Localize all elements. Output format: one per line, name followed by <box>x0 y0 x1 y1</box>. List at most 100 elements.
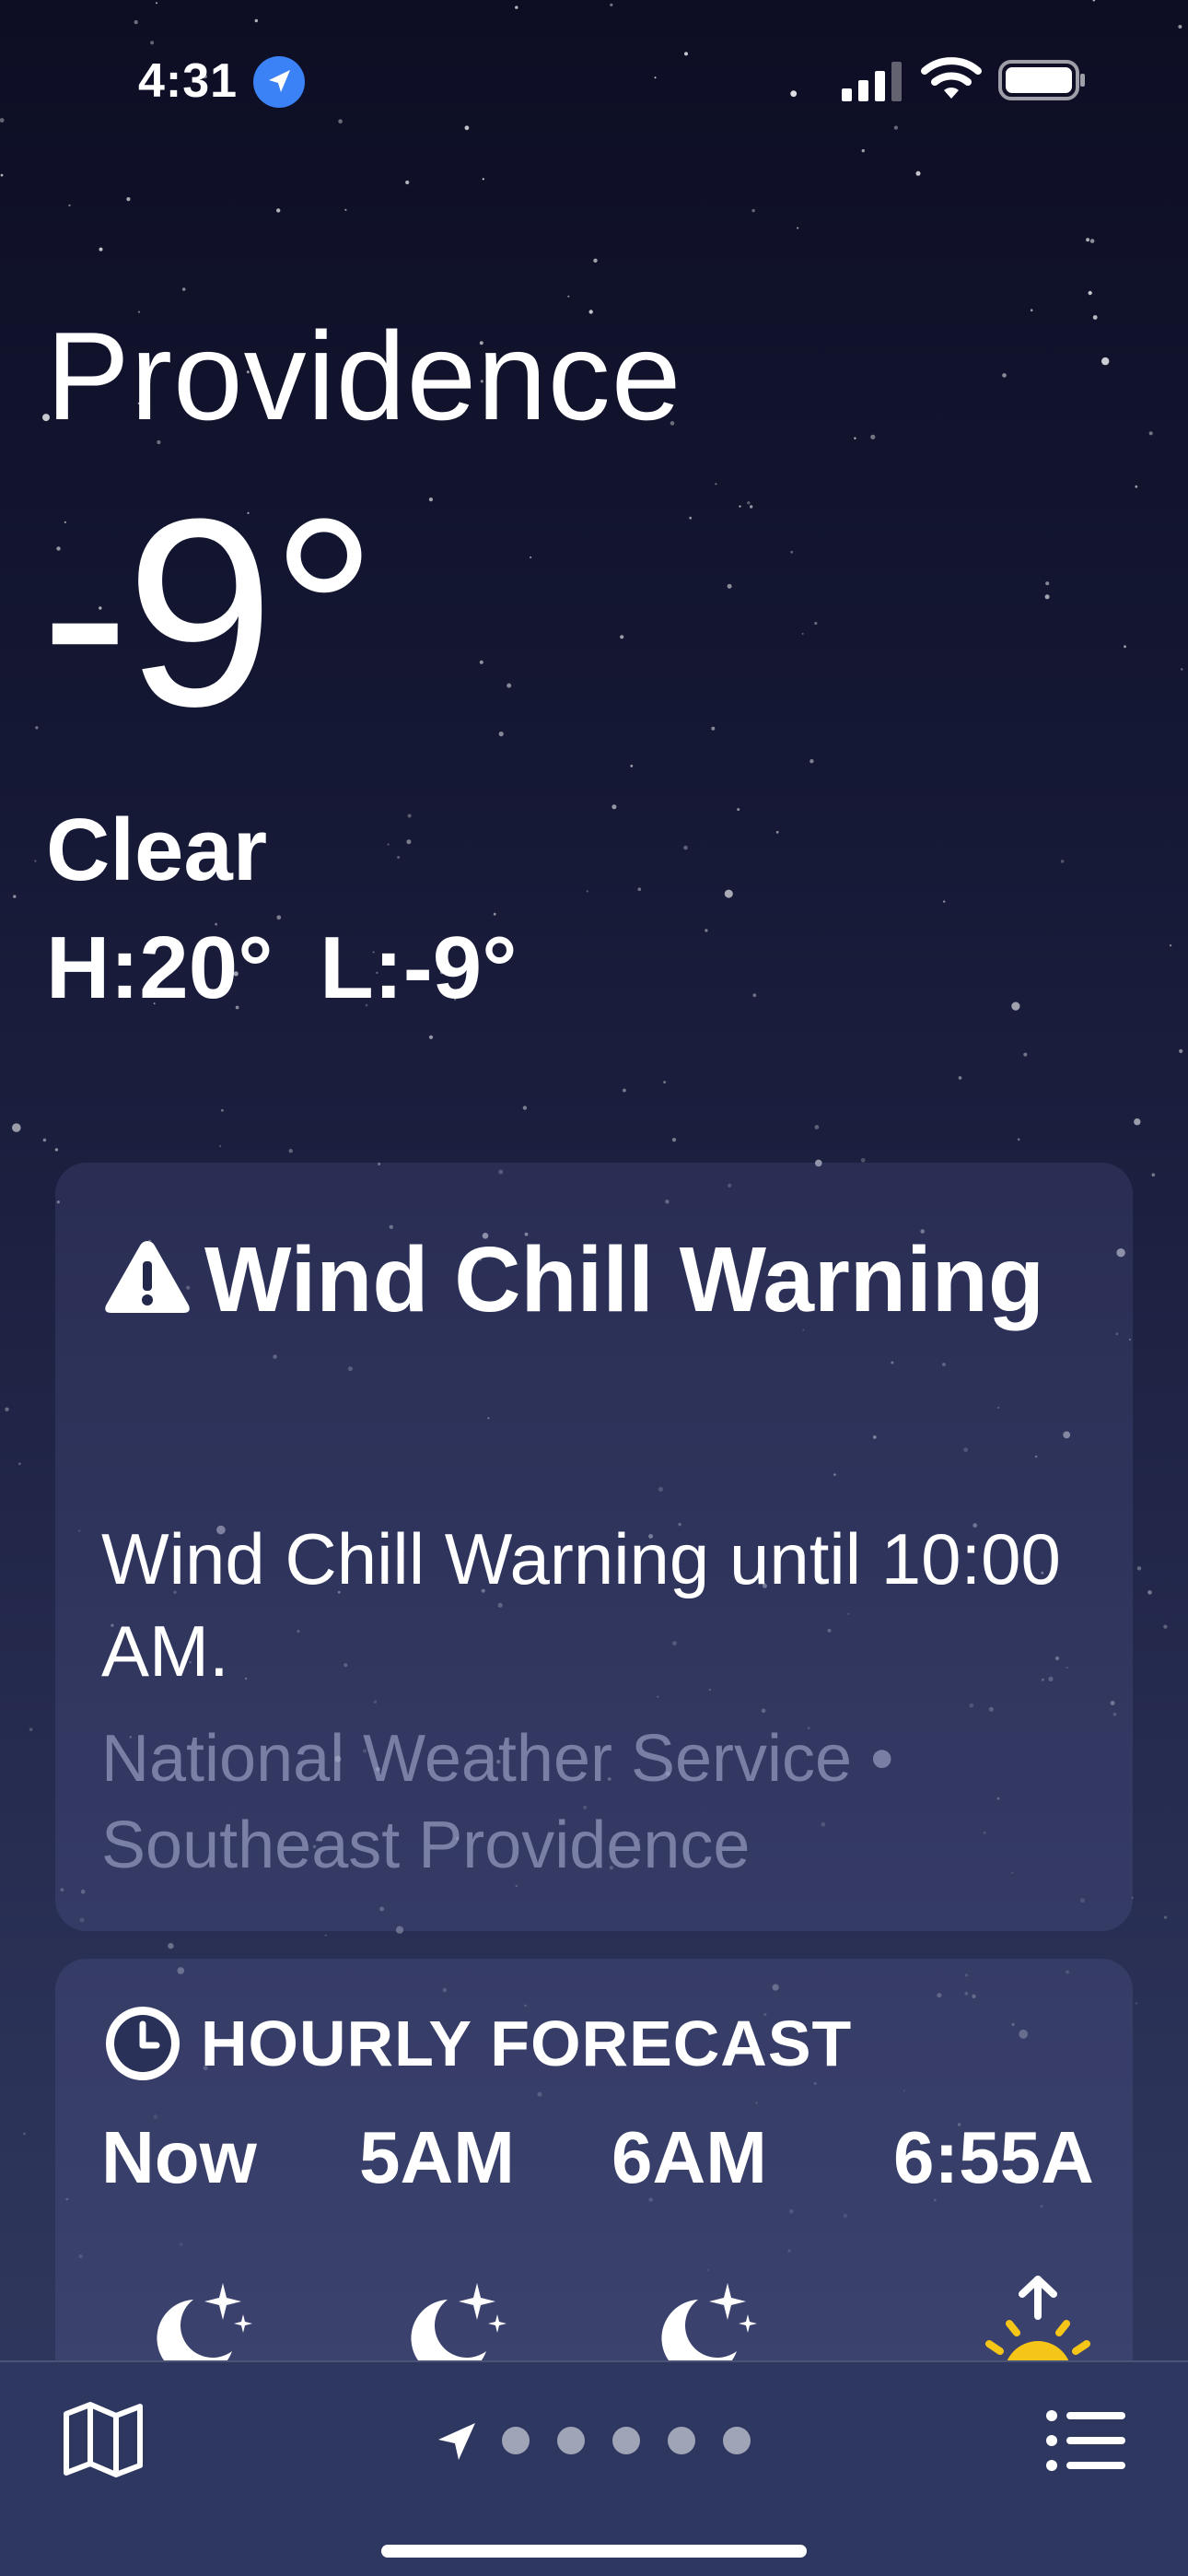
star <box>958 1076 962 1080</box>
star <box>13 895 17 898</box>
star <box>482 178 484 181</box>
star <box>168 1942 174 1950</box>
star <box>11 1123 21 1132</box>
star <box>1148 431 1153 436</box>
star <box>1045 581 1050 586</box>
star <box>288 1149 293 1153</box>
weather-screen: 4:31 Providence -9° Clear H:20° L:-9° Wi… <box>0 0 1188 2576</box>
alert-title: Wind Chill Warning <box>204 1228 1044 1331</box>
city-name: Providence <box>46 306 682 446</box>
star <box>68 204 71 207</box>
star <box>479 660 483 664</box>
weather-alert-card[interactable]: Wind Chill Warning Wind Chill Warning un… <box>55 1163 1133 1931</box>
star <box>530 556 532 559</box>
star <box>428 1035 434 1039</box>
star <box>405 180 410 185</box>
star <box>54 1148 59 1152</box>
star <box>711 726 716 731</box>
star <box>507 683 512 688</box>
star <box>724 889 733 898</box>
star <box>23 2132 26 2136</box>
star <box>790 550 794 554</box>
status-bar: 4:31 <box>0 0 1188 157</box>
status-time: 4:31 <box>138 54 239 108</box>
page-dot[interactable] <box>612 2427 640 2454</box>
page-dot[interactable] <box>557 2427 585 2454</box>
page-dot[interactable] <box>502 2427 530 2454</box>
star <box>586 890 588 893</box>
star <box>752 993 757 998</box>
star <box>1089 239 1095 243</box>
star <box>221 1108 224 1112</box>
star <box>750 505 753 509</box>
star <box>18 1462 21 1466</box>
star <box>915 170 921 176</box>
star <box>630 765 634 767</box>
star <box>751 208 755 213</box>
star <box>1181 668 1183 671</box>
star <box>218 1144 222 1148</box>
star <box>406 839 412 845</box>
star <box>739 505 741 508</box>
star <box>775 830 779 834</box>
star <box>814 621 818 626</box>
star <box>493 912 496 916</box>
cellular-signal-icon <box>842 62 902 101</box>
star <box>1101 357 1110 366</box>
map-icon[interactable] <box>59 2395 147 2484</box>
star <box>1086 238 1090 242</box>
star <box>1170 944 1172 947</box>
page-dot[interactable] <box>723 2427 751 2454</box>
star <box>567 295 570 298</box>
star <box>0 173 4 177</box>
current-temperature: -9° <box>41 463 378 762</box>
star <box>797 227 799 229</box>
star <box>99 247 103 252</box>
star <box>620 635 624 639</box>
star <box>1147 1590 1152 1595</box>
list-icon[interactable] <box>1042 2397 1129 2484</box>
star <box>324 1934 327 1937</box>
star <box>181 287 186 291</box>
star <box>29 1727 33 1732</box>
star <box>689 516 693 520</box>
hour-label-5am: 5AM <box>359 2116 515 2198</box>
star <box>854 437 856 439</box>
high-low-temperatures: H:20° L:-9° <box>46 919 518 1017</box>
bottom-toolbar <box>0 2360 1188 2576</box>
star <box>1002 373 1007 378</box>
star <box>1030 309 1033 312</box>
clock-icon <box>106 2007 180 2080</box>
star <box>705 929 708 932</box>
star <box>276 208 281 213</box>
page-dot[interactable] <box>668 2427 695 2454</box>
star <box>5 1407 9 1411</box>
alert-description: Wind Chill Warning until 10:00 AM. <box>101 1518 1061 1692</box>
home-indicator <box>381 2545 807 2558</box>
hourly-forecast-title: HOURLY FORECAST <box>201 2008 853 2079</box>
star <box>860 1157 866 1163</box>
warning-triangle-icon <box>105 1241 190 1313</box>
star <box>35 726 39 730</box>
star <box>1151 1173 1156 1177</box>
hourly-forecast-header: HOURLY FORECAST <box>101 1999 852 2088</box>
star <box>428 498 433 502</box>
star <box>1136 1566 1142 1571</box>
star <box>42 1138 47 1142</box>
alert-title-row: Wind Chill Warning <box>101 1220 1077 1340</box>
star <box>593 258 598 263</box>
star <box>1092 315 1098 320</box>
location-arrow-icon[interactable] <box>433 2418 481 2465</box>
alert-source: National Weather Service • Southeast Pro… <box>101 1722 894 1882</box>
location-arrow-icon <box>253 56 305 108</box>
star <box>715 483 717 486</box>
star <box>1163 1915 1168 1919</box>
star <box>637 887 642 891</box>
star <box>1011 1001 1020 1011</box>
star <box>498 732 504 737</box>
star <box>1044 594 1050 600</box>
star <box>1088 290 1092 296</box>
hour-label-sunrise: 6:55A <box>893 2116 1094 2198</box>
star <box>1163 1624 1168 1629</box>
star <box>1023 1052 1028 1057</box>
